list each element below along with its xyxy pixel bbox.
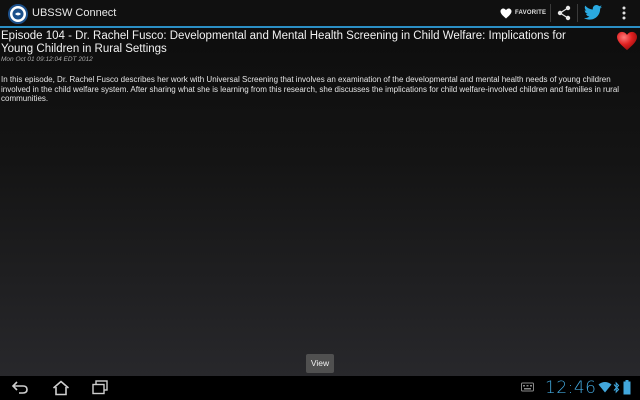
episode-date: Mon Oct 01 09:12:04 EDT 2012	[1, 56, 93, 63]
status-clock[interactable]: 12:46	[545, 378, 597, 398]
app-screen: UBSSW Connect FAVORITE Episode 104 - Dr.…	[0, 0, 640, 400]
recent-apps-icon	[92, 380, 108, 395]
action-bar: UBSSW Connect FAVORITE	[0, 0, 640, 28]
overflow-menu-button[interactable]	[614, 0, 636, 26]
twitter-button[interactable]	[578, 0, 608, 26]
keyboard-icon	[521, 382, 534, 392]
app-logo-icon[interactable]	[8, 4, 28, 24]
bluetooth-icon	[613, 381, 620, 394]
heart-icon	[617, 31, 637, 51]
share-button[interactable]	[551, 0, 577, 26]
favorite-label: FAVORITE	[515, 10, 547, 16]
recent-apps-button[interactable]	[89, 379, 111, 397]
episode-title: Episode 104 - Dr. Rachel Fusco: Developm…	[1, 30, 566, 55]
twitter-bird-icon	[584, 5, 602, 20]
back-arrow-icon	[11, 381, 28, 394]
overflow-dots-icon	[622, 6, 626, 20]
wifi-icon	[598, 382, 612, 393]
home-button[interactable]	[50, 379, 72, 397]
share-icon	[557, 5, 571, 21]
app-title: UBSSW Connect	[32, 7, 117, 19]
favorite-heart-button[interactable]	[616, 31, 638, 51]
battery-icon	[623, 380, 631, 395]
back-button[interactable]	[9, 379, 31, 397]
system-bar: 12:46	[0, 376, 640, 400]
favorite-button[interactable]: FAVORITE	[496, 0, 550, 26]
home-icon	[52, 380, 70, 396]
heart-outline-icon	[500, 8, 512, 18]
view-button[interactable]: View	[306, 354, 334, 373]
episode-description: In this episode, Dr. Rachel Fusco descri…	[1, 75, 620, 103]
